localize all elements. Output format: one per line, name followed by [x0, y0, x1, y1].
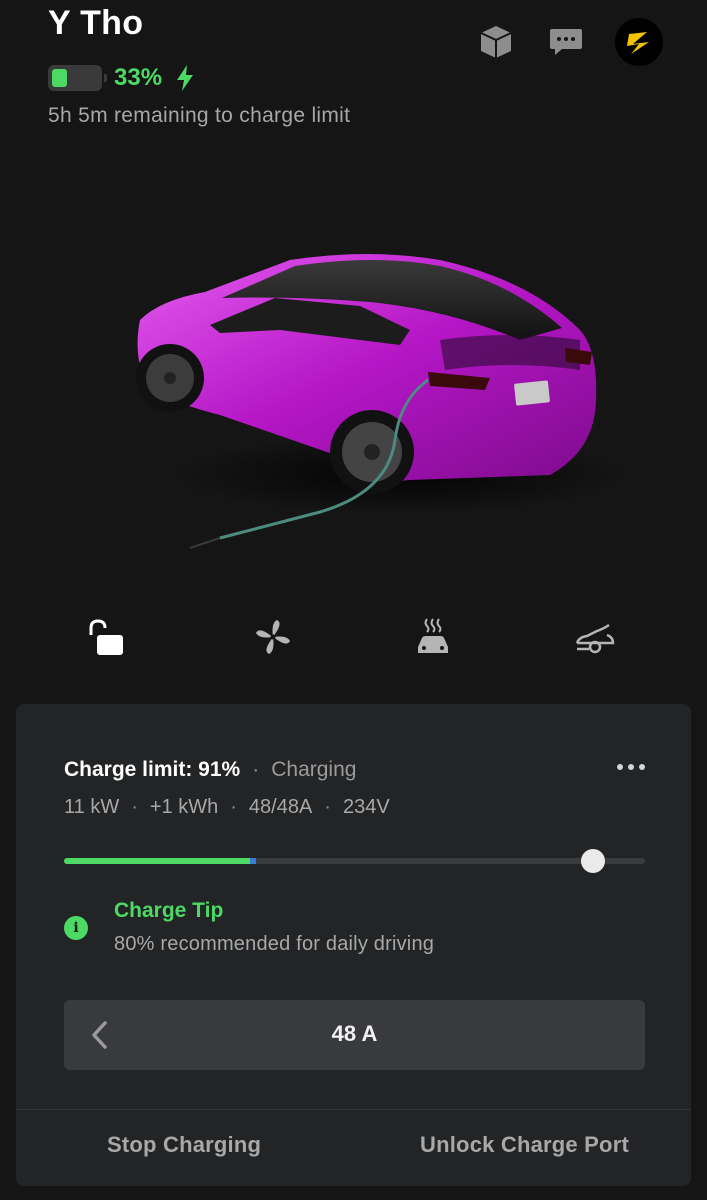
- more-options-icon[interactable]: [617, 764, 645, 770]
- battery-icon: [48, 65, 107, 91]
- battery-fill: [52, 69, 67, 87]
- charge-limit-row: Charge limit: 91% · Charging: [64, 758, 357, 782]
- voltage-stat: 234V: [342, 796, 390, 818]
- quick-controls: [0, 612, 707, 662]
- message-icon[interactable]: [545, 21, 587, 63]
- info-icon: i: [64, 916, 88, 940]
- lightning-logo-icon: [627, 32, 649, 54]
- charging-panel: Charge limit: 91% · Charging 11 kW · +1 …: [16, 704, 691, 1186]
- charge-tip-text: 80% recommended for daily driving: [114, 933, 435, 955]
- amps-selector: 48 A: [64, 1000, 645, 1070]
- energy-added-segment: [250, 858, 256, 864]
- top-icons: [475, 18, 663, 66]
- lock-icon[interactable]: [82, 612, 132, 662]
- charge-limit-slider[interactable]: [64, 849, 645, 873]
- energy-added-stat: +1 kWh: [149, 796, 219, 818]
- seat-heat-icon[interactable]: [408, 612, 458, 662]
- car-image: [110, 230, 630, 560]
- package-icon[interactable]: [475, 21, 517, 63]
- slider-thumb[interactable]: [581, 849, 605, 873]
- profile-avatar[interactable]: [615, 18, 663, 66]
- fan-icon[interactable]: [248, 612, 298, 662]
- power-stat: 11 kW: [64, 796, 120, 818]
- charge-tip-title: Charge Tip: [114, 899, 224, 922]
- charge-level-fill: [64, 858, 256, 864]
- charge-remaining-text: 5h 5m remaining to charge limit: [48, 104, 351, 127]
- charge-limit-label[interactable]: Charge limit: 91%: [64, 758, 240, 782]
- amps-value: 48 A: [331, 1021, 378, 1046]
- vehicle-name: Y Tho: [48, 4, 144, 42]
- current-stat: 48/48A: [248, 796, 313, 818]
- charging-status: Charging: [271, 758, 357, 781]
- divider: [16, 1109, 691, 1110]
- unlock-charge-port-button[interactable]: Unlock Charge Port: [420, 1132, 629, 1158]
- stop-charging-button[interactable]: Stop Charging: [107, 1132, 261, 1158]
- battery-percent: 33%: [114, 64, 163, 91]
- trunk-icon[interactable]: [570, 612, 620, 662]
- battery-status: 33%: [48, 64, 196, 92]
- charging-stats: 11 kW · +1 kWh · 48/48A · 234V: [64, 796, 390, 818]
- charging-bolt-icon: [177, 65, 194, 91]
